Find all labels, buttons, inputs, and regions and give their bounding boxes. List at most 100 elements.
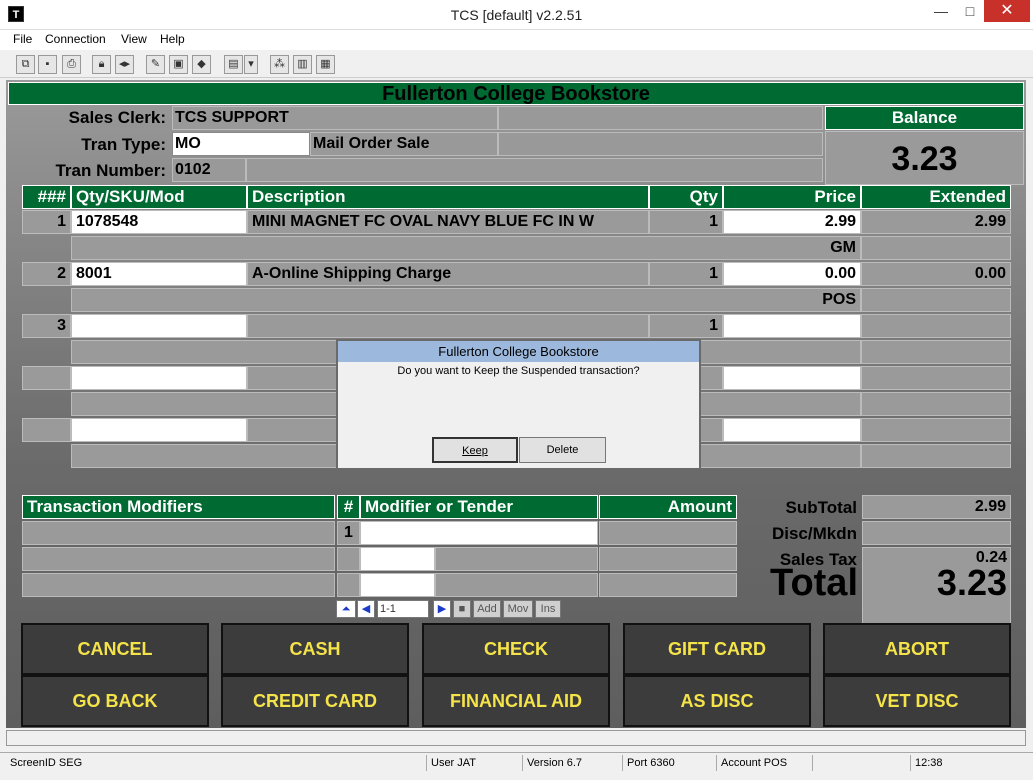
gift-card-button[interactable]: GIFT CARD: [623, 623, 811, 675]
tran-type-label: Tran Type:: [81, 135, 166, 154]
tran-type-desc: Mail Order Sale: [310, 132, 498, 156]
cash-button[interactable]: CASH: [221, 623, 409, 675]
status-version: Version 6.7: [522, 755, 622, 771]
info-filler-1: [498, 106, 823, 130]
cancel-button[interactable]: CANCEL: [21, 623, 209, 675]
total-label: Total: [770, 562, 858, 604]
record-position[interactable]: 1-1: [377, 600, 429, 618]
first-record-icon[interactable]: ⏶: [336, 600, 356, 618]
financial-aid-button[interactable]: FINANCIAL AID: [422, 675, 610, 727]
maximize-button[interactable]: □: [956, 0, 984, 22]
line-subinfo-filler: [861, 288, 1011, 312]
dropdown-icon[interactable]: ▾: [244, 55, 258, 74]
network-icon[interactable]: ⁂: [270, 55, 289, 74]
disc-label: Disc/Mkdn: [771, 524, 857, 543]
check-button[interactable]: CHECK: [422, 623, 610, 675]
tender-input[interactable]: [360, 573, 435, 597]
menu-help[interactable]: Help: [160, 32, 185, 46]
window-title: TCS [default] v2.2.51: [450, 7, 583, 23]
col-num: ###: [22, 185, 71, 209]
line-price-input[interactable]: [723, 366, 861, 390]
line-price-input[interactable]: 2.99: [723, 210, 861, 234]
line-num: [22, 366, 71, 390]
next-record-icon[interactable]: ▶: [433, 600, 451, 618]
line-sku-input[interactable]: [71, 418, 247, 442]
amount-cell: [599, 521, 737, 545]
tran-type-input[interactable]: MO: [172, 132, 310, 156]
insert-button[interactable]: Ins: [535, 600, 561, 618]
copy-icon[interactable]: ⧉: [16, 55, 35, 74]
menu-file[interactable]: File: [13, 32, 32, 46]
line-num: 1: [22, 210, 71, 234]
abort-button[interactable]: ABORT: [823, 623, 1011, 675]
volume-icon[interactable]: ◂▸: [115, 55, 134, 74]
delete-button[interactable]: Delete: [519, 437, 606, 463]
keep-button[interactable]: Keep: [432, 437, 518, 463]
tender-header: Modifier or Tender: [360, 495, 598, 519]
dialog-title: Fullerton College Bookstore: [338, 341, 699, 362]
status-bar: ScreenID SEG User JAT Version 6.7 Port 6…: [0, 752, 1033, 772]
status-port: Port 6360: [622, 755, 716, 771]
line-extended: [861, 314, 1011, 338]
line-sku-input[interactable]: [71, 366, 247, 390]
receipt-icon[interactable]: ▤: [224, 55, 243, 74]
line-price-input[interactable]: [723, 314, 861, 338]
line-num: 2: [22, 262, 71, 286]
subtotal-label: SubTotal: [785, 498, 857, 517]
line-sku-input[interactable]: [71, 314, 247, 338]
line-extended: 0.00: [861, 262, 1011, 286]
vet-disc-button[interactable]: VET DISC: [823, 675, 1011, 727]
line-extended: [861, 418, 1011, 442]
line-price-input[interactable]: 0.00: [723, 262, 861, 286]
line-price-input[interactable]: [723, 418, 861, 442]
store-header: Fullerton College Bookstore: [8, 82, 1024, 105]
tender-filler: [435, 547, 598, 571]
info-filler-2: [498, 132, 823, 156]
calculator-icon[interactable]: ▦: [316, 55, 335, 74]
tender-input[interactable]: [360, 547, 435, 571]
credit-card-button[interactable]: CREDIT CARD: [221, 675, 409, 727]
line-description: [247, 314, 649, 338]
disc-value: [862, 521, 1011, 545]
col-sku: Qty/SKU/Mod: [71, 185, 247, 209]
add-button[interactable]: Add: [473, 600, 501, 618]
monitor-icon[interactable]: ▣: [169, 55, 188, 74]
balance-value: 3.23: [825, 131, 1024, 185]
line-subinfo: POS: [71, 288, 861, 312]
dialog-message: Do you want to Keep the Suspended transa…: [397, 365, 640, 377]
line-sku-input[interactable]: 1078548: [71, 210, 247, 234]
menu-connection[interactable]: Connection: [45, 32, 106, 46]
col-qty: Qty: [649, 185, 723, 209]
line-subinfo-filler: [861, 340, 1011, 364]
tran-number-label: Tran Number:: [55, 161, 166, 180]
status-blank: [812, 755, 910, 771]
status-user: User JAT: [426, 755, 522, 771]
minimize-button[interactable]: —: [927, 0, 955, 22]
close-button[interactable]: ✕: [984, 0, 1030, 22]
col-price: Price: [723, 185, 861, 209]
lock-icon[interactable]: 🔒︎: [92, 55, 111, 74]
clerk-label: Sales Clerk:: [68, 108, 166, 127]
as-disc-button[interactable]: AS DISC: [623, 675, 811, 727]
modifier-row: [22, 521, 335, 545]
print-icon[interactable]: ⎙: [62, 55, 81, 74]
tender-input[interactable]: [360, 521, 598, 545]
modifier-row-num: [337, 547, 360, 571]
line-num: 3: [22, 314, 71, 338]
status-account: Account POS: [716, 755, 812, 771]
prev-record-icon[interactable]: ◀: [357, 600, 375, 618]
modifier-row-num: 1: [337, 521, 360, 545]
stop-icon[interactable]: ■: [453, 600, 471, 618]
line-subinfo: GM: [71, 236, 861, 260]
line-description: A-Online Shipping Charge: [247, 262, 649, 286]
chart-icon[interactable]: ▥: [293, 55, 312, 74]
go-back-button[interactable]: GO BACK: [21, 675, 209, 727]
save-icon[interactable]: ▪: [38, 55, 57, 74]
col-desc: Description: [247, 185, 649, 209]
line-sku-input[interactable]: 8001: [71, 262, 247, 286]
move-button[interactable]: Mov: [503, 600, 533, 618]
modifier-row: [22, 547, 335, 571]
config-icon[interactable]: ✎: [146, 55, 165, 74]
book-icon[interactable]: ◆: [192, 55, 211, 74]
menu-view[interactable]: View: [121, 32, 147, 46]
